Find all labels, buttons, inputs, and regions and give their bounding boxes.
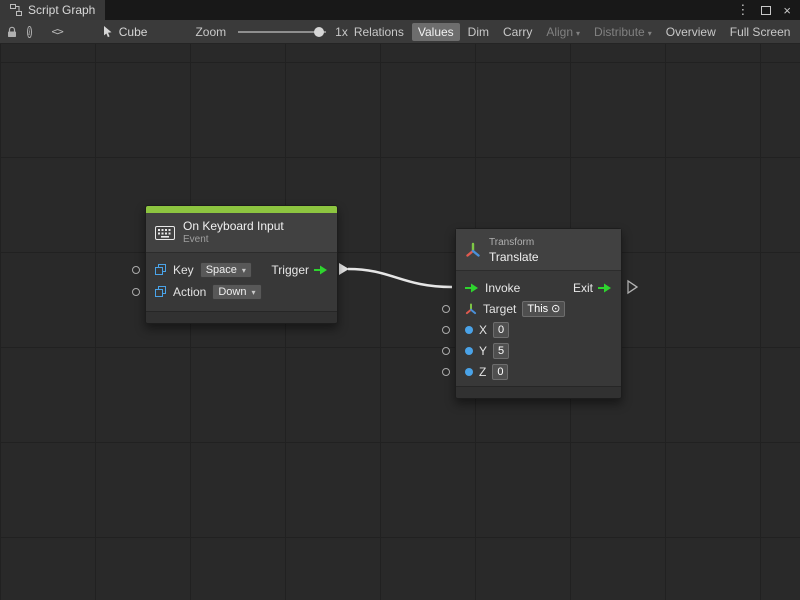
float-value-icon <box>465 347 473 355</box>
node-footer <box>456 386 621 398</box>
object-picker-icon[interactable]: ⊙ <box>551 302 560 315</box>
titlebar: Script Graph ⋮ × <box>0 0 800 20</box>
info-icon[interactable]: i <box>27 26 32 38</box>
zoom-value: 1x <box>335 25 348 39</box>
tab-script-graph[interactable]: Script Graph <box>0 0 105 20</box>
trigger-output-port[interactable] <box>339 263 349 275</box>
node-header[interactable]: On Keyboard Input Event <box>146 213 337 253</box>
tab-title: Script Graph <box>28 3 95 17</box>
trigger-label: Trigger <box>271 263 309 277</box>
graph-toolbar: i <> Cube Zoom 1x Relations Values Dim C… <box>0 20 800 44</box>
node-footer <box>146 311 337 323</box>
transform-icon <box>465 303 477 315</box>
z-label: Z <box>479 365 486 379</box>
exit-label: Exit <box>573 281 593 295</box>
flow-arrow-icon[interactable] <box>465 283 479 293</box>
keycode-icon <box>155 286 167 298</box>
full-screen-button[interactable]: Full Screen <box>724 23 797 41</box>
script-graph-icon <box>10 4 22 16</box>
y-value-field[interactable]: 5 <box>493 343 509 359</box>
transform-icon <box>465 242 481 258</box>
target-label: Target <box>483 302 516 316</box>
z-input-port[interactable] <box>442 368 450 376</box>
y-label: Y <box>479 344 487 358</box>
key-row: Key Space ▾ Trigger <box>146 259 337 281</box>
values-button[interactable]: Values <box>412 23 460 41</box>
target-name: Cube <box>119 25 148 39</box>
edit-source-icon[interactable]: <> <box>52 25 63 38</box>
x-input-port[interactable] <box>442 326 450 334</box>
dim-button[interactable]: Dim <box>462 23 495 41</box>
align-button: Align▾ <box>540 23 586 41</box>
invoke-label: Invoke <box>485 281 520 295</box>
z-value-field[interactable]: 0 <box>492 364 508 380</box>
distribute-button: Distribute▾ <box>588 23 658 41</box>
x-label: X <box>479 323 487 337</box>
target-row: Target This ⊙ <box>456 298 621 319</box>
cursor-icon <box>103 26 113 38</box>
window-menu-icon[interactable]: ⋮ <box>736 2 749 18</box>
toolbar-buttons: Relations Values Dim Carry Align▾ Distri… <box>348 23 797 41</box>
z-row: Z 0 <box>456 361 621 382</box>
key-label: Key <box>173 263 194 277</box>
graph-canvas[interactable]: On Keyboard Input Event Key Space ▾ Trig… <box>0 44 800 600</box>
graph-target[interactable]: Cube <box>103 25 148 39</box>
key-dropdown[interactable]: Space ▾ <box>200 262 252 278</box>
carry-button[interactable]: Carry <box>497 23 538 41</box>
node-on-keyboard-input[interactable]: On Keyboard Input Event Key Space ▾ Trig… <box>145 205 338 324</box>
keyboard-icon <box>155 226 175 240</box>
chevron-down-icon: ▾ <box>242 266 246 275</box>
zoom-control: Zoom 1x <box>195 25 347 39</box>
target-input-port[interactable] <box>442 305 450 313</box>
overview-button[interactable]: Overview <box>660 23 722 41</box>
node-title: Translate <box>489 250 539 264</box>
chevron-down-icon: ▾ <box>648 29 652 38</box>
zoom-label: Zoom <box>195 25 226 39</box>
node-title: On Keyboard Input <box>183 219 284 233</box>
y-row: Y 5 <box>456 340 621 361</box>
chevron-down-icon: ▾ <box>251 288 255 297</box>
relations-button[interactable]: Relations <box>348 23 410 41</box>
keycode-icon <box>155 264 167 276</box>
event-accent-bar <box>146 206 337 213</box>
x-row: X 0 <box>456 319 621 340</box>
flow-arrow-icon[interactable] <box>598 283 612 293</box>
action-label: Action <box>173 285 206 299</box>
float-value-icon <box>465 368 473 376</box>
float-value-icon <box>465 326 473 334</box>
chevron-down-icon: ▾ <box>576 29 580 38</box>
node-category: Transform <box>489 236 539 250</box>
window-controls: ⋮ × <box>736 0 800 20</box>
y-input-port[interactable] <box>442 347 450 355</box>
node-header[interactable]: Transform Translate <box>456 229 621 271</box>
maximize-icon[interactable] <box>761 6 771 15</box>
lock-icon[interactable] <box>7 26 17 38</box>
action-input-port[interactable] <box>132 288 140 296</box>
node-subtitle: Event <box>183 233 284 247</box>
action-dropdown[interactable]: Down ▾ <box>212 284 261 300</box>
close-icon[interactable]: × <box>783 3 791 18</box>
wire-layer <box>0 44 800 600</box>
zoom-slider-handle[interactable] <box>314 27 324 37</box>
x-value-field[interactable]: 0 <box>493 322 509 338</box>
invoke-row: Invoke Exit <box>456 277 621 298</box>
action-row: Action Down ▾ <box>146 281 337 303</box>
key-input-port[interactable] <box>132 266 140 274</box>
target-object-field[interactable]: This ⊙ <box>522 301 565 317</box>
flow-arrow-icon <box>314 265 328 275</box>
exit-output-port[interactable] <box>628 281 637 293</box>
wire-trigger-to-invoke[interactable] <box>348 269 452 287</box>
zoom-slider[interactable] <box>238 31 326 33</box>
node-translate[interactable]: Transform Translate Invoke Exit <box>455 228 622 399</box>
